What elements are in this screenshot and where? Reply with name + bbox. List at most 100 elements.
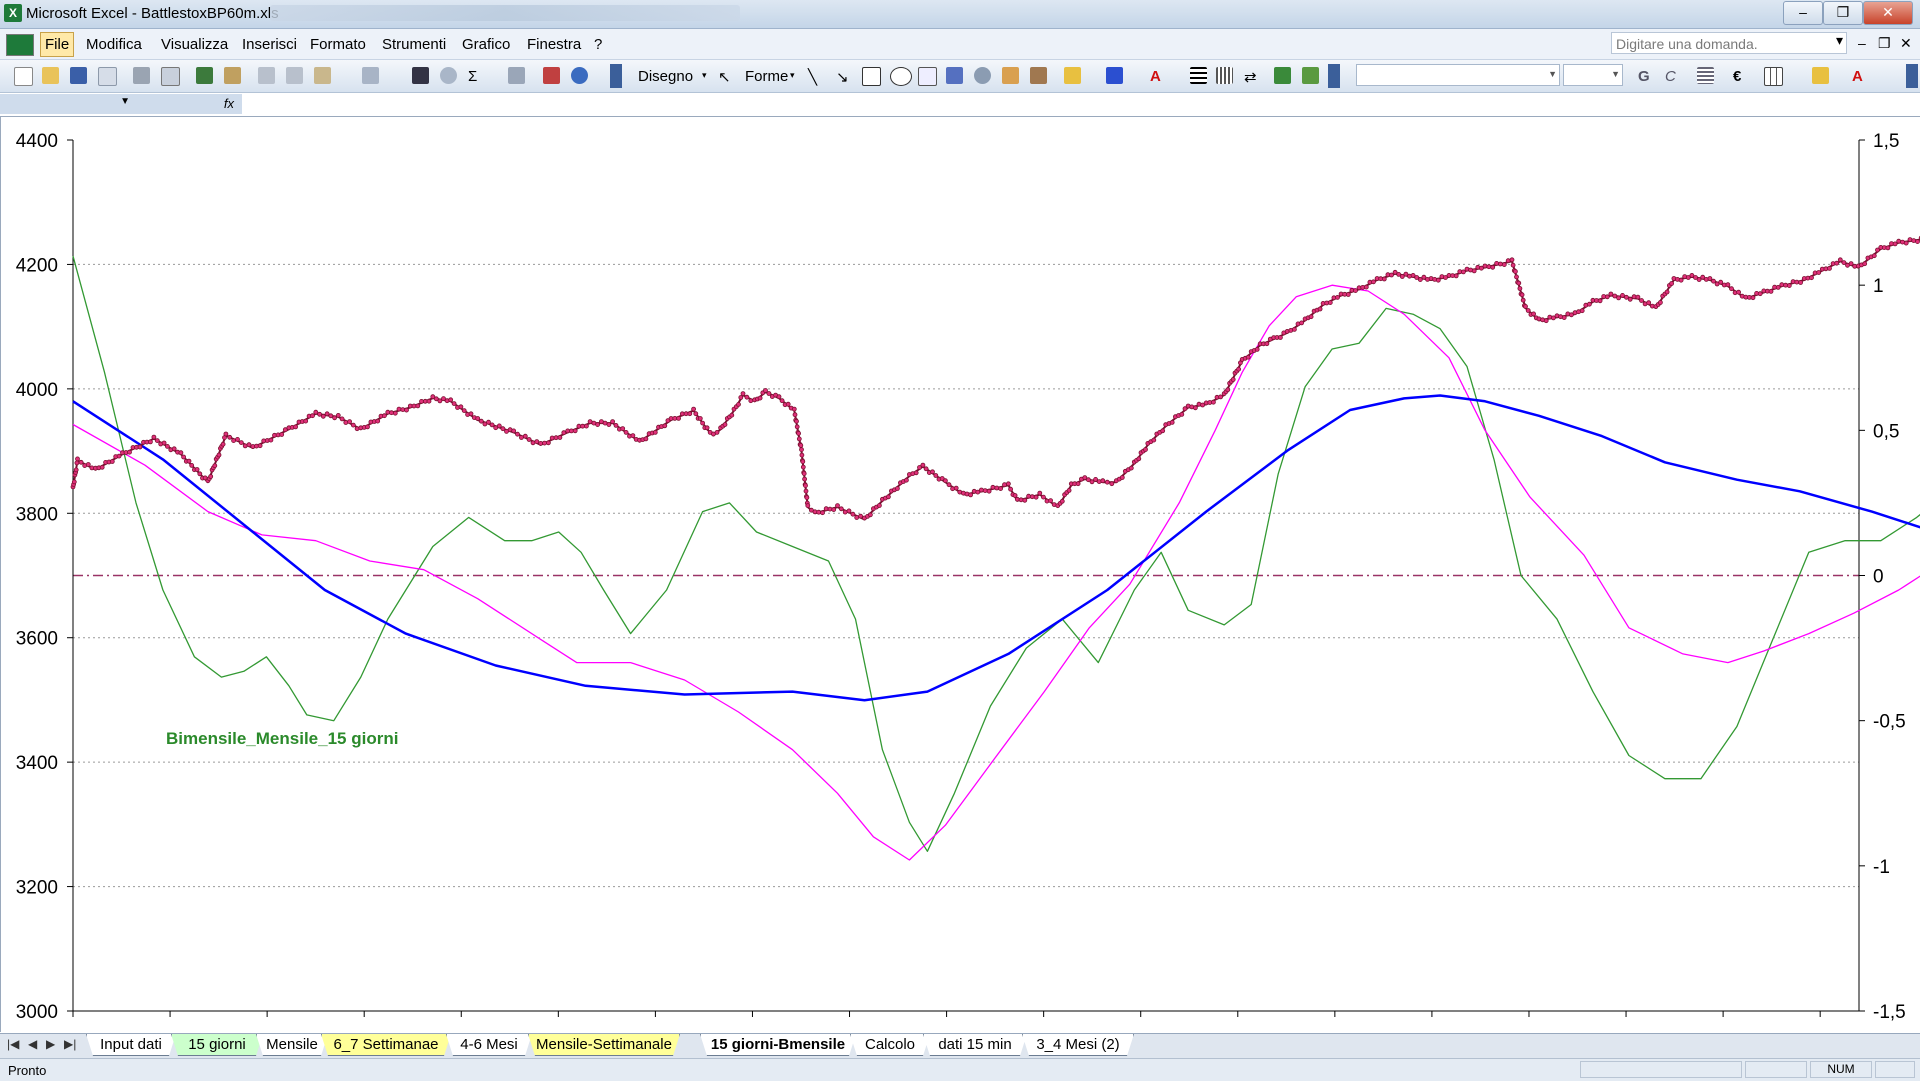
sheet-tab[interactable]: dati 15 min bbox=[923, 1034, 1027, 1056]
font-name-dropdown-icon[interactable]: ▼ bbox=[1548, 69, 1557, 79]
data-point[interactable] bbox=[1848, 261, 1854, 267]
data-point[interactable] bbox=[419, 398, 424, 404]
data-point[interactable] bbox=[1627, 296, 1633, 302]
data-point[interactable] bbox=[1254, 346, 1260, 352]
currency-euro-icon[interactable]: € bbox=[1733, 68, 1741, 85]
data-point[interactable] bbox=[1490, 264, 1496, 270]
data-point[interactable] bbox=[816, 509, 822, 515]
data-point[interactable] bbox=[1519, 292, 1525, 298]
diagram-icon[interactable] bbox=[974, 67, 991, 84]
data-point[interactable] bbox=[73, 467, 79, 473]
data-point[interactable] bbox=[1363, 284, 1369, 290]
sheet-tab[interactable]: 6_7 Settimanae bbox=[321, 1034, 451, 1056]
data-point[interactable] bbox=[886, 494, 891, 500]
data-point[interactable] bbox=[127, 449, 132, 455]
data-point[interactable] bbox=[1543, 318, 1549, 324]
data-point[interactable] bbox=[328, 413, 334, 419]
research-icon[interactable] bbox=[224, 67, 241, 84]
data-point[interactable] bbox=[1707, 276, 1713, 281]
data-point[interactable] bbox=[697, 416, 703, 421]
data-point[interactable] bbox=[854, 515, 860, 520]
menu-visualizza[interactable]: Visualizza bbox=[161, 36, 228, 53]
data-point[interactable] bbox=[1327, 300, 1333, 306]
data-point[interactable] bbox=[595, 422, 600, 428]
data-point[interactable] bbox=[803, 488, 809, 494]
data-point[interactable] bbox=[602, 420, 608, 426]
sheet-tab[interactable]: Mensile bbox=[256, 1034, 328, 1056]
data-point[interactable] bbox=[1729, 286, 1734, 292]
data-point[interactable] bbox=[652, 429, 658, 435]
workbook-icon[interactable] bbox=[6, 34, 34, 56]
data-point[interactable] bbox=[557, 435, 563, 440]
help-icon[interactable] bbox=[571, 67, 588, 84]
data-point[interactable] bbox=[458, 404, 464, 410]
data-point[interactable] bbox=[1816, 270, 1822, 275]
data-point[interactable] bbox=[519, 435, 524, 440]
data-point[interactable] bbox=[1523, 304, 1528, 309]
data-point[interactable] bbox=[763, 388, 768, 393]
data-point[interactable] bbox=[835, 503, 840, 509]
data-point[interactable] bbox=[85, 462, 91, 467]
data-point[interactable] bbox=[335, 412, 341, 418]
data-point[interactable] bbox=[1892, 241, 1898, 247]
paste-icon[interactable] bbox=[314, 67, 331, 84]
data-point[interactable] bbox=[1525, 308, 1531, 313]
drawing-dropdown-icon[interactable]: ▾ bbox=[702, 70, 707, 81]
data-point[interactable] bbox=[1066, 487, 1072, 493]
data-point[interactable] bbox=[538, 440, 544, 446]
data-point[interactable] bbox=[1453, 273, 1459, 279]
data-point[interactable] bbox=[740, 391, 746, 397]
data-point[interactable] bbox=[1022, 497, 1028, 503]
data-point[interactable] bbox=[1635, 294, 1641, 300]
data-point[interactable] bbox=[1620, 292, 1625, 298]
data-point[interactable] bbox=[242, 443, 248, 449]
data-point[interactable] bbox=[943, 478, 948, 484]
prev-sheet-icon[interactable]: ◀ bbox=[28, 1037, 37, 1051]
data-point[interactable] bbox=[151, 434, 157, 440]
data-point[interactable] bbox=[1037, 490, 1043, 496]
data-point[interactable] bbox=[933, 473, 939, 478]
data-point[interactable] bbox=[1871, 253, 1877, 259]
data-point[interactable] bbox=[1041, 494, 1046, 500]
data-point[interactable] bbox=[630, 433, 636, 439]
data-point[interactable] bbox=[1461, 269, 1466, 275]
insert-function-icon[interactable]: fx bbox=[170, 94, 242, 114]
data-point[interactable] bbox=[800, 459, 806, 465]
shadow-style-icon[interactable] bbox=[1274, 67, 1291, 84]
data-point[interactable] bbox=[572, 428, 578, 434]
data-point[interactable] bbox=[623, 429, 629, 435]
data-point[interactable] bbox=[1768, 288, 1774, 294]
help-search-input[interactable]: Digitare una domanda. bbox=[1611, 32, 1847, 54]
open-icon[interactable] bbox=[42, 67, 59, 84]
data-point[interactable] bbox=[468, 411, 474, 417]
line-tool-icon[interactable]: ╲ bbox=[808, 68, 817, 86]
font-size-dropdown-icon[interactable]: ▼ bbox=[1611, 69, 1620, 79]
clipart-icon[interactable] bbox=[1002, 67, 1019, 84]
data-point[interactable] bbox=[748, 398, 754, 404]
autosum-globe-icon[interactable] bbox=[440, 67, 457, 84]
data-point[interactable] bbox=[147, 439, 153, 445]
data-point[interactable] bbox=[1517, 286, 1523, 291]
data-point[interactable] bbox=[1725, 282, 1731, 288]
data-point[interactable] bbox=[320, 413, 326, 419]
menu-strumenti[interactable]: Strumenti bbox=[382, 36, 446, 53]
restore-button[interactable]: ❐ bbox=[1823, 1, 1863, 25]
data-point[interactable] bbox=[1520, 297, 1526, 303]
data-point[interactable] bbox=[805, 503, 811, 509]
data-point[interactable] bbox=[1505, 258, 1511, 264]
data-point[interactable] bbox=[1012, 493, 1018, 498]
data-point[interactable] bbox=[181, 454, 187, 460]
data-point[interactable] bbox=[796, 430, 801, 436]
data-point[interactable] bbox=[1033, 494, 1039, 500]
data-point[interactable] bbox=[489, 422, 495, 428]
data-point[interactable] bbox=[946, 482, 952, 488]
line-chart[interactable]: 3000 3200 3400 3600 3800 4000 4200 4400 -1,5 -1 -0… bbox=[1, 117, 1920, 1032]
undo-icon[interactable] bbox=[362, 67, 379, 84]
data-point[interactable] bbox=[511, 428, 517, 434]
data-point[interactable] bbox=[1486, 264, 1492, 270]
menu-finestra[interactable]: Finestra bbox=[527, 36, 581, 53]
data-point[interactable] bbox=[1008, 486, 1013, 492]
fill-color-icon[interactable] bbox=[1064, 67, 1081, 84]
data-point[interactable] bbox=[930, 469, 935, 475]
data-point[interactable] bbox=[1624, 294, 1629, 300]
